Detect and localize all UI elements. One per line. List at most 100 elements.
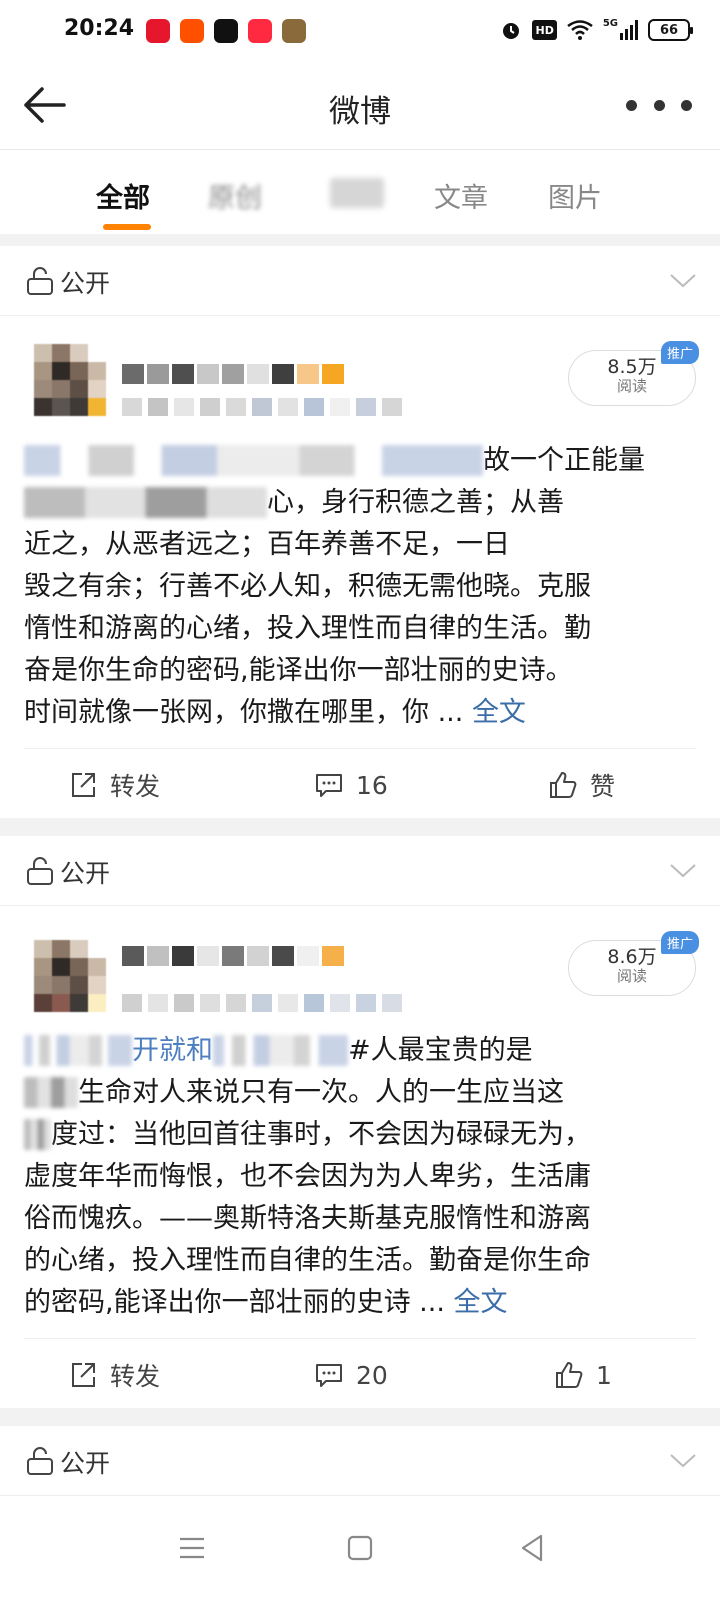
post-text-line: 的密码,能译出你一部壮丽的史诗 ... 全文 (24, 1287, 508, 1318)
active-tab-indicator (103, 224, 151, 230)
content-filter-tabs: 全部 原创 文章 图片 (0, 150, 720, 234)
unlock-icon (27, 1447, 53, 1475)
chevron-down-icon[interactable] (668, 268, 698, 292)
status-bar: 20:24 HD 5G 66 (0, 0, 720, 64)
read-count-badge: 8.5万 阅读 推广 (568, 341, 699, 406)
tiktok-app-icon (214, 19, 238, 43)
post-text-line: 毁之有余；行善不必人知，积德无需他晓。克服 (24, 571, 591, 602)
full-text-link[interactable]: 全文 (454, 1287, 508, 1318)
notification-app-icons (146, 19, 306, 43)
topic-link[interactable]: 开就和 (132, 1035, 213, 1066)
more-options-button[interactable] (626, 94, 692, 116)
post-card: 8.5万 阅读 推广 故一个正能量 心，身行积德之善；从善 近之，从恶者远之；百… (0, 316, 720, 816)
status-indicators: HD 5G 66 (500, 18, 693, 42)
promoted-tag: 推广 (660, 341, 699, 364)
top-navigation-bar: 微博 (0, 64, 720, 150)
post-text-line: 心，身行积德之善；从善 (24, 482, 684, 524)
read-count-label: 阅读 (616, 377, 647, 395)
post-text-line: 俗而愧疚。——奥斯特洛夫斯基克服惰性和游离 (24, 1203, 591, 1234)
thumbs-up-icon (550, 772, 577, 798)
redacted-text (213, 1035, 348, 1066)
visibility-label: 公开 (60, 859, 111, 888)
author-name-redacted[interactable] (122, 946, 344, 966)
post-visibility-header[interactable]: 公开 (0, 1426, 720, 1496)
like-button[interactable]: 1 (554, 1357, 612, 1393)
post-card: 8.6万 阅读 推广 开就和 #人最宝贵的是 生命对人来说只有一次。人的一生应当… (0, 906, 720, 1406)
repost-icon (72, 773, 95, 797)
avatar[interactable] (34, 344, 106, 416)
tab-original[interactable]: 原创 (208, 176, 262, 215)
repost-label: 转发 (110, 772, 161, 801)
more-dot-icon (626, 99, 637, 111)
post-action-bar: 转发 16 赞 (24, 748, 696, 820)
unlock-icon (27, 857, 53, 885)
menu-icon[interactable] (172, 1528, 212, 1568)
comment-button[interactable]: 20 (314, 1357, 388, 1393)
post-text[interactable]: 故一个正能量 心，身行积德之善；从善 近之，从恶者远之；百年养善不足，一日 毁之… (24, 440, 684, 734)
post-text-line: 生命对人来说只有一次。人的一生应当这 (24, 1072, 684, 1114)
news-app-icon (248, 19, 272, 43)
like-button[interactable]: 赞 (548, 767, 615, 803)
unlock-icon (27, 267, 53, 295)
network-type-label: 5G (602, 18, 618, 29)
battery-icon: 66 (648, 19, 693, 41)
redacted-text (24, 1119, 51, 1150)
comment-button[interactable]: 16 (314, 767, 388, 803)
repost-button[interactable]: 转发 (68, 767, 160, 803)
game-app-icon (282, 19, 306, 43)
thumbs-up-icon (556, 1362, 583, 1388)
repost-label: 转发 (110, 1362, 161, 1391)
status-time: 20:24 (64, 16, 135, 41)
avatar[interactable] (34, 940, 106, 1012)
full-text-link[interactable]: 全文 (472, 697, 526, 728)
visibility-label: 公开 (60, 269, 111, 298)
comment-icon (316, 1364, 342, 1387)
section-divider (0, 1408, 720, 1426)
post-text-line: 度过：当他回首往事时，不会因为碌碌无为， (24, 1114, 684, 1156)
tab-blurred[interactable] (330, 176, 384, 208)
read-count-label: 阅读 (616, 967, 647, 985)
read-count-badge: 8.6万 阅读 推广 (568, 931, 699, 996)
post-text-line: 惰性和游离的心绪，投入理性而自律的生活。勤 (24, 613, 591, 644)
alarm-icon (500, 18, 522, 42)
wifi-icon (567, 18, 593, 42)
more-dot-icon (653, 99, 665, 111)
kuaishou-app-icon (180, 19, 204, 43)
more-dot-icon (681, 99, 692, 111)
post-text-line: 虚度年华而悔恨，也不会因为为人卑劣，生活庸 (24, 1161, 591, 1192)
redacted-text (24, 487, 267, 518)
tab-all[interactable]: 全部 (96, 176, 150, 215)
chevron-down-icon[interactable] (668, 858, 698, 882)
comment-count: 20 (356, 1360, 388, 1390)
post-text-line: 时间就像一张网，你撒在哪里，你 ... 全文 (24, 697, 526, 728)
tab-blurred-label (330, 177, 384, 208)
home-square-icon[interactable] (340, 1528, 380, 1568)
page-title: 微博 (329, 94, 391, 130)
post-text-line: 近之，从恶者远之；百年养善不足，一日 (24, 529, 510, 560)
visibility-label: 公开 (60, 1449, 111, 1478)
back-triangle-icon[interactable] (512, 1528, 552, 1568)
post-action-bar: 转发 20 1 (24, 1338, 696, 1410)
post-text-line: 奋是你生命的密码,能译出你一部壮丽的史诗。 (24, 655, 573, 686)
post-meta-redacted (122, 398, 402, 416)
post-text[interactable]: 开就和 #人最宝贵的是 生命对人来说只有一次。人的一生应当这 度过：当他回首往事… (24, 1030, 684, 1324)
repost-icon (72, 1363, 95, 1387)
system-navigation-bar (0, 1500, 720, 1612)
tab-original-label: 原创 (208, 183, 262, 214)
hd-icon: HD (532, 20, 557, 40)
post-text-line: 的心绪，投入理性而自律的生活。勤奋是你生命 (24, 1245, 591, 1276)
tab-images[interactable]: 图片 (548, 176, 602, 215)
post-meta-redacted (122, 994, 402, 1012)
post-visibility-header[interactable]: 公开 (0, 246, 720, 316)
repost-button[interactable]: 转发 (68, 1357, 160, 1393)
cellular-signal-icon: 5G (603, 18, 638, 42)
comment-icon (316, 774, 342, 797)
chevron-down-icon[interactable] (668, 1448, 698, 1472)
like-count: 1 (596, 1360, 612, 1390)
tab-articles[interactable]: 文章 (434, 176, 488, 215)
redacted-text (24, 1077, 78, 1108)
post-visibility-header[interactable]: 公开 (0, 836, 720, 906)
section-divider (0, 818, 720, 836)
section-divider (0, 234, 720, 246)
author-name-redacted[interactable] (122, 364, 344, 384)
